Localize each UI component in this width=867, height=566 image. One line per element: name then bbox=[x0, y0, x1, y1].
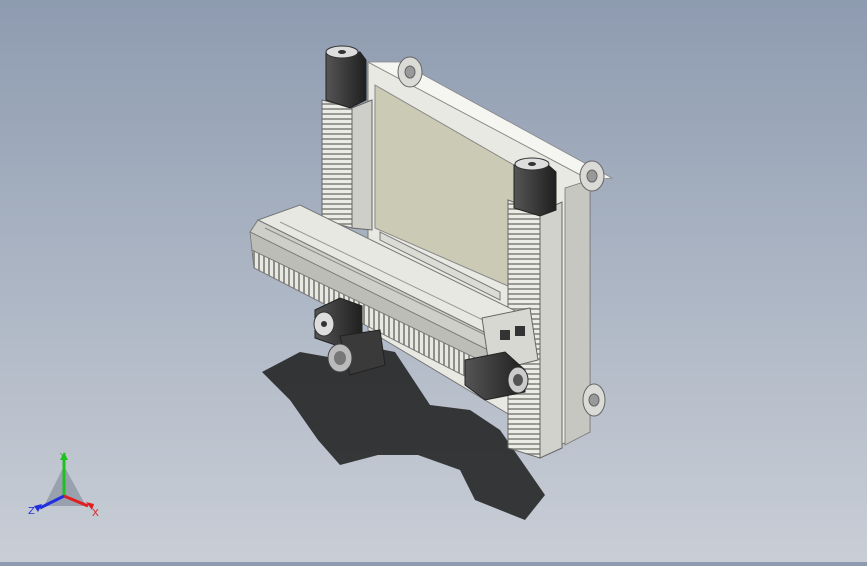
view-orientation-triad[interactable]: Y X Z bbox=[22, 448, 112, 528]
left-column bbox=[321, 99, 353, 229]
right-column-rail bbox=[539, 201, 563, 459]
model-canvas[interactable] bbox=[0, 0, 867, 562]
z-axis-label: Z bbox=[28, 506, 35, 517]
y-axis-label: Y bbox=[59, 452, 67, 463]
x-axis-label: X bbox=[92, 508, 99, 519]
left-column-rail bbox=[351, 99, 373, 231]
right-top-motor bbox=[513, 164, 557, 217]
graphics-viewport[interactable]: Y X Z bbox=[0, 0, 867, 562]
left-top-motor bbox=[325, 51, 367, 109]
